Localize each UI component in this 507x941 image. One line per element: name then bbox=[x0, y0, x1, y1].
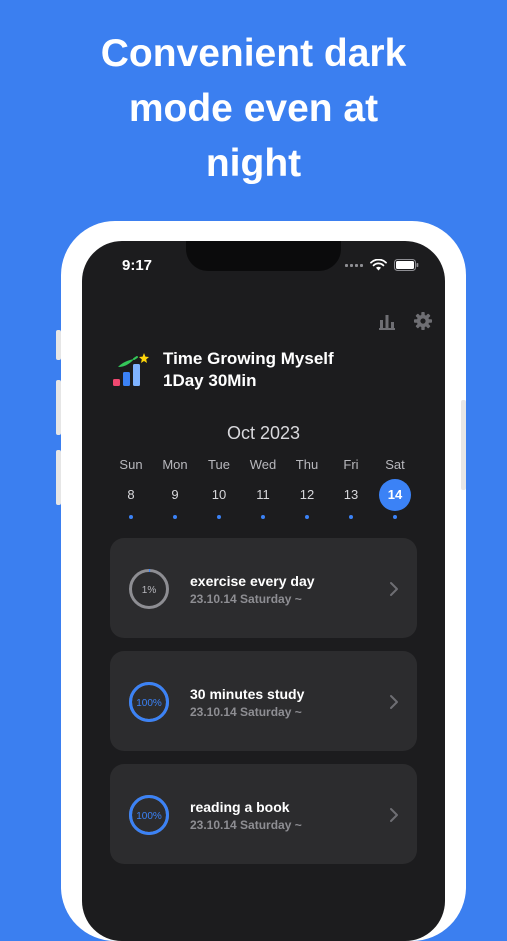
header-title: Time Growing Myself bbox=[163, 349, 334, 368]
app-screen: 9:17 Time Growing Myself 1Day 30Min Oct … bbox=[82, 241, 445, 941]
battery-icon bbox=[394, 259, 419, 271]
calendar-day[interactable]: 8 bbox=[115, 479, 147, 511]
volume-up-button bbox=[56, 380, 61, 435]
goal-subtitle: 23.10.14 Saturday ~ bbox=[190, 705, 302, 719]
day-activity-dot bbox=[393, 515, 397, 519]
day-activity-dot bbox=[217, 515, 221, 519]
weekday-label: Fri bbox=[343, 457, 359, 472]
progress-label: 100% bbox=[136, 811, 162, 822]
progress-ring: 100% bbox=[129, 795, 169, 835]
toolbar bbox=[377, 311, 433, 331]
chevron-right-icon bbox=[390, 695, 398, 709]
wifi-icon bbox=[370, 259, 387, 271]
notch bbox=[186, 241, 341, 271]
headline-line-2: mode even at bbox=[128, 87, 379, 130]
headline-line-1: Convenient dark bbox=[100, 32, 407, 75]
chevron-right-icon bbox=[390, 582, 398, 596]
calendar-day[interactable]: 10 bbox=[203, 479, 235, 511]
status-icons bbox=[345, 259, 419, 271]
day-activity-dot bbox=[173, 515, 177, 519]
growth-chart-logo-icon bbox=[113, 353, 149, 386]
bar-chart-icon[interactable] bbox=[377, 311, 397, 331]
calendar-day[interactable]: 12 bbox=[291, 479, 323, 511]
chevron-right-icon bbox=[390, 808, 398, 822]
calendar-day[interactable]: 14 bbox=[379, 479, 411, 511]
power-button bbox=[461, 400, 466, 490]
weekday-label: Tue bbox=[208, 457, 230, 472]
calendar-day[interactable]: 9 bbox=[159, 479, 191, 511]
goal-card[interactable]: 1% exercise every day 23.10.14 Saturday … bbox=[110, 538, 417, 638]
header-text: Time Growing Myself 1Day 30Min bbox=[163, 348, 334, 392]
goal-title: reading a book bbox=[190, 799, 290, 815]
weekday-label: Sun bbox=[119, 457, 143, 472]
promo-headline: Convenient dark mode even at night bbox=[0, 26, 507, 191]
goal-title: exercise every day bbox=[190, 573, 315, 589]
day-activity-dot bbox=[305, 515, 309, 519]
goal-subtitle: 23.10.14 Saturday ~ bbox=[190, 592, 302, 606]
goal-card[interactable]: 100% reading a book 23.10.14 Saturday ~ bbox=[110, 764, 417, 864]
weekday-label: Mon bbox=[162, 457, 188, 472]
volume-down-button bbox=[56, 450, 61, 505]
gear-icon[interactable] bbox=[413, 311, 433, 331]
weekday-label: Sat bbox=[385, 457, 405, 472]
status-time: 9:17 bbox=[122, 257, 153, 274]
goal-card[interactable]: 100% 30 minutes study 23.10.14 Saturday … bbox=[110, 651, 417, 751]
progress-ring: 1% bbox=[129, 569, 169, 609]
header-total-time: 1Day 30Min bbox=[163, 371, 257, 390]
progress-ring: 100% bbox=[129, 682, 169, 722]
weekday-label: Wed bbox=[249, 457, 277, 472]
day-activity-dot bbox=[261, 515, 265, 519]
calendar-day[interactable]: 13 bbox=[335, 479, 367, 511]
calendar-month: Oct 2023 bbox=[226, 423, 301, 443]
headline-line-3: night bbox=[205, 142, 302, 185]
goal-title: 30 minutes study bbox=[190, 686, 305, 702]
app-header: Time Growing Myself 1Day 30Min bbox=[110, 348, 334, 392]
goal-subtitle: 23.10.14 Saturday ~ bbox=[190, 818, 302, 832]
weekday-label: Thu bbox=[295, 457, 319, 472]
progress-label: 100% bbox=[136, 698, 162, 709]
calendar-day[interactable]: 11 bbox=[247, 479, 279, 511]
progress-label: 1% bbox=[142, 585, 157, 596]
day-activity-dot bbox=[129, 515, 133, 519]
day-activity-dot bbox=[349, 515, 353, 519]
mute-switch bbox=[56, 330, 61, 360]
cellular-signal-icon bbox=[345, 263, 363, 267]
